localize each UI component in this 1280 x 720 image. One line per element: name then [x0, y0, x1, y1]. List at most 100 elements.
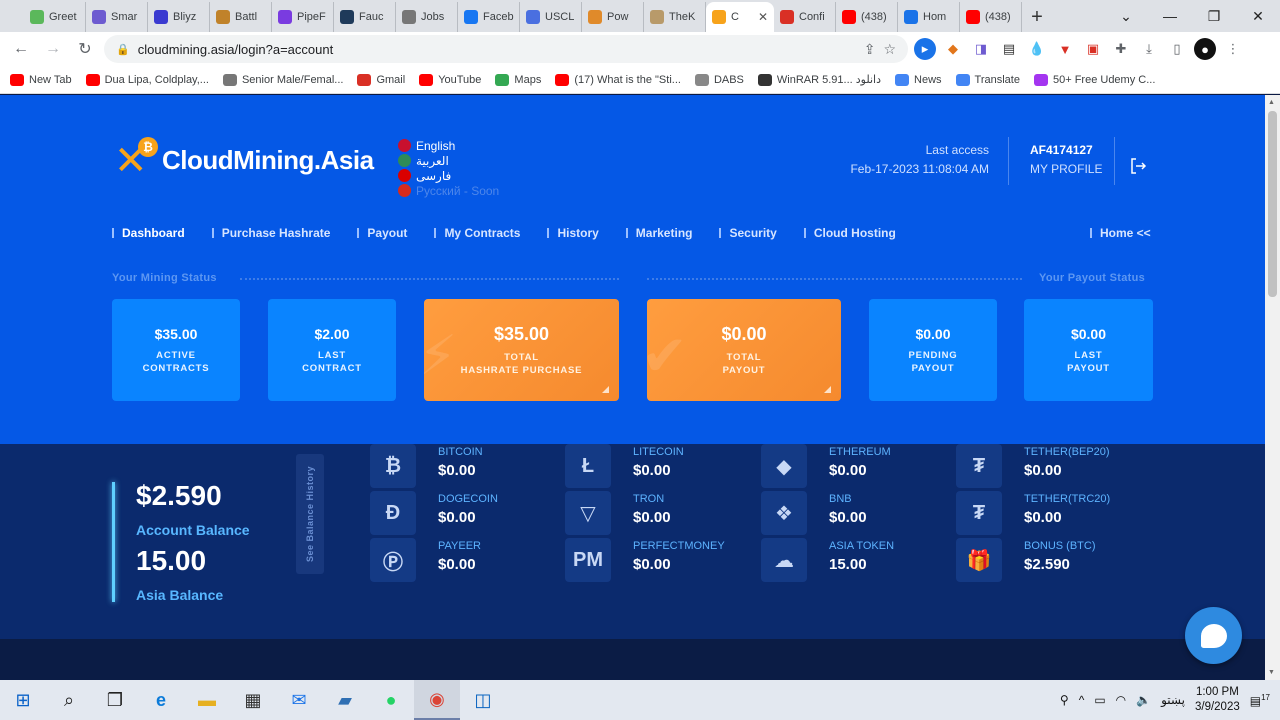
- browser-tab[interactable]: Faceb: [458, 2, 520, 32]
- coin-balance-item[interactable]: Đ DOGECOIN $0.00: [370, 491, 550, 535]
- stat-card-total-hashrate[interactable]: ⚡ $35.00 TOTAL HASHRATE PURCHASE: [424, 299, 619, 401]
- browser-tab[interactable]: Jobs: [396, 2, 458, 32]
- puzzle-icon[interactable]: ✚: [1110, 38, 1132, 60]
- input-language[interactable]: پښتو: [1161, 693, 1185, 707]
- people-icon[interactable]: ⚲: [1060, 693, 1069, 707]
- edge-icon[interactable]: e: [138, 680, 184, 720]
- coin-balance-item[interactable]: ₮ TETHER(TRC20) $0.00: [956, 491, 1136, 535]
- chrome-icon[interactable]: ◉: [414, 680, 460, 720]
- nav-security[interactable]: Security: [719, 226, 777, 240]
- reload-button[interactable]: ↻: [72, 36, 98, 62]
- bookmark-item[interactable]: Translate: [955, 73, 1020, 86]
- minimize-button[interactable]: —: [1148, 0, 1192, 32]
- store-icon[interactable]: ▦: [230, 680, 276, 720]
- language-option[interactable]: العربية: [398, 154, 499, 168]
- stat-card-total-payout[interactable]: ✔ $0.00 TOTAL PAYOUT: [647, 299, 841, 401]
- bookmark-item[interactable]: DABS: [694, 73, 744, 86]
- coin-balance-item[interactable]: PM PERFECTMONEY $0.00: [565, 538, 745, 582]
- tab-search-icon[interactable]: ⌄: [1104, 0, 1148, 32]
- page-scrollbar[interactable]: ▲ ▼: [1265, 95, 1280, 680]
- scrollbar-thumb[interactable]: [1268, 111, 1277, 297]
- nav-purchase-hashrate[interactable]: Purchase Hashrate: [211, 226, 330, 240]
- extension-icon[interactable]: ▸: [914, 38, 936, 60]
- logout-icon[interactable]: [1129, 157, 1149, 177]
- forward-button[interactable]: →: [40, 36, 66, 62]
- language-option[interactable]: English: [398, 139, 499, 153]
- bookmark-item[interactable]: 50+ Free Udemy C...: [1033, 73, 1155, 86]
- start-button[interactable]: ⊞: [0, 680, 46, 720]
- notification-icon[interactable]: ▤17: [1250, 693, 1270, 708]
- home-link[interactable]: Home <<: [1090, 226, 1151, 240]
- volume-icon[interactable]: 🔈: [1136, 693, 1151, 707]
- stat-card-active-contracts[interactable]: $35.00 ACTIVE CONTRACTS: [112, 299, 240, 401]
- search-icon[interactable]: ⌕: [46, 680, 92, 720]
- coin-balance-item[interactable]: Ł LITECOIN $0.00: [565, 444, 745, 488]
- app-icon[interactable]: ▰: [322, 680, 368, 720]
- nav-dashboard[interactable]: Dashboard: [112, 226, 185, 240]
- coin-balance-item[interactable]: ▽ TRON $0.00: [565, 491, 745, 535]
- coin-balance-item[interactable]: Ⓟ PAYEER $0.00: [370, 538, 550, 582]
- file-explorer-icon[interactable]: ▬: [184, 680, 230, 720]
- browser-tab[interactable]: Battl: [210, 2, 272, 32]
- share-icon[interactable]: ⇪: [864, 41, 876, 58]
- battery-icon[interactable]: ▭: [1094, 693, 1105, 707]
- my-profile-link[interactable]: MY PROFILE: [1030, 160, 1102, 179]
- bookmark-item[interactable]: WinRAR 5.91... دانلود: [757, 73, 881, 86]
- browser-tab[interactable]: C ✕: [706, 2, 774, 32]
- browser-tab[interactable]: Hom: [898, 2, 960, 32]
- download-icon[interactable]: ⤓: [1138, 38, 1160, 60]
- bookmark-item[interactable]: Maps: [495, 73, 541, 86]
- bookmark-item[interactable]: News: [895, 73, 942, 86]
- bookmark-item[interactable]: (17) What is the "Sti...: [555, 73, 681, 86]
- mail-icon[interactable]: ✉: [276, 680, 322, 720]
- bookmark-item[interactable]: YouTube: [419, 73, 481, 86]
- stat-card-last-payout[interactable]: $0.00 LAST PAYOUT: [1024, 299, 1153, 401]
- lock-icon[interactable]: 🔒: [116, 43, 130, 56]
- url-text[interactable]: cloudmining.asia/login?a=account: [138, 42, 856, 57]
- extension-icon[interactable]: ▤: [998, 38, 1020, 60]
- close-window-button[interactable]: ✕: [1236, 0, 1280, 32]
- balance-history-button[interactable]: See Balance History: [296, 454, 324, 574]
- browser-tab[interactable]: Greet: [24, 2, 86, 32]
- nav-cloud-hosting[interactable]: Cloud Hosting: [803, 226, 896, 240]
- restore-button[interactable]: ❐: [1192, 0, 1236, 32]
- browser-tab[interactable]: PipeF: [272, 2, 334, 32]
- coin-balance-item[interactable]: ₮ TETHER(BEP20) $0.00: [956, 444, 1136, 488]
- browser-tab[interactable]: Bliyz: [148, 2, 210, 32]
- browser-tab[interactable]: TheK: [644, 2, 706, 32]
- bookmark-item[interactable]: Senior Male/Femal...: [222, 73, 343, 86]
- back-button[interactable]: ←: [8, 36, 34, 62]
- browser-tab[interactable]: Fauc: [334, 2, 396, 32]
- extension-icon[interactable]: ◨: [970, 38, 992, 60]
- bookmark-star-icon[interactable]: ☆: [883, 41, 896, 58]
- droplet-icon[interactable]: 💧: [1026, 38, 1048, 60]
- bookmark-item[interactable]: Dua Lipa, Coldplay,...: [85, 73, 209, 86]
- close-tab-icon[interactable]: ✕: [758, 10, 768, 24]
- browser-tab[interactable]: Confi: [774, 2, 836, 32]
- bookmark-item[interactable]: New Tab: [10, 73, 72, 86]
- clock[interactable]: 1:00 PM 3/9/2023: [1195, 685, 1240, 715]
- nav-marketing[interactable]: Marketing: [625, 226, 692, 240]
- coin-balance-item[interactable]: ₿ BITCOIN $0.00: [370, 444, 550, 488]
- nav-payout[interactable]: Payout: [357, 226, 407, 240]
- language-option[interactable]: فارسی: [398, 169, 499, 183]
- new-tab-button[interactable]: +: [1022, 2, 1052, 32]
- outlook-icon[interactable]: ◫: [460, 680, 506, 720]
- nav-my-contracts[interactable]: My Contracts: [434, 226, 520, 240]
- metamask-icon[interactable]: ◆: [942, 38, 964, 60]
- nav-history[interactable]: History: [547, 226, 599, 240]
- whatsapp-icon[interactable]: ●: [368, 680, 414, 720]
- coin-balance-item[interactable]: 🎁 BONUS (BTC) $2.590: [956, 538, 1136, 582]
- coin-balance-item[interactable]: ☁ ASIA TOKEN 15.00: [761, 538, 941, 582]
- task-view-icon[interactable]: ❐: [92, 680, 138, 720]
- address-bar[interactable]: 🔒 cloudmining.asia/login?a=account ⇪ ☆: [104, 35, 908, 63]
- pdf-icon[interactable]: ▣: [1082, 38, 1104, 60]
- avatar[interactable]: ●: [1194, 38, 1216, 60]
- extension-icon[interactable]: ▼: [1054, 38, 1076, 60]
- browser-tab[interactable]: USCL: [520, 2, 582, 32]
- browser-tab[interactable]: Smar: [86, 2, 148, 32]
- chat-widget-button[interactable]: [1185, 607, 1242, 664]
- coin-balance-item[interactable]: ❖ BNB $0.00: [761, 491, 941, 535]
- wifi-icon[interactable]: ◠: [1116, 693, 1126, 707]
- browser-tab[interactable]: (438): [960, 2, 1022, 32]
